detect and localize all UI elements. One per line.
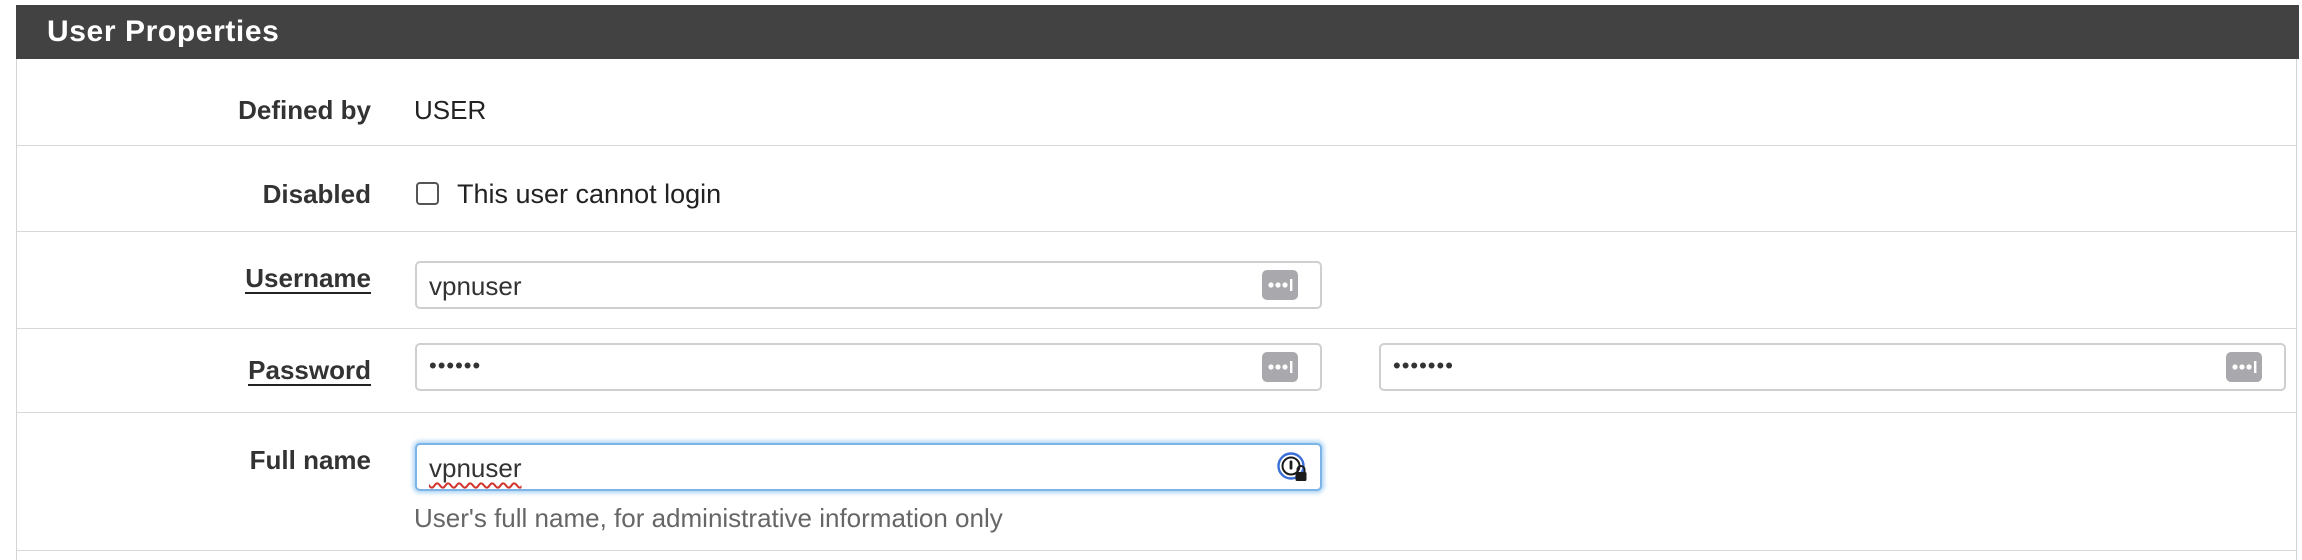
defined-by-label: Defined by bbox=[238, 95, 371, 125]
password-confirm-input[interactable]: ••••••• bbox=[1379, 343, 2286, 391]
keychain-autofill-icon[interactable] bbox=[1262, 270, 1298, 300]
password-row: Password •••••• ••••••• bbox=[17, 329, 2296, 413]
full-name-label: Full name bbox=[249, 445, 371, 475]
password-manager-icon[interactable] bbox=[1276, 451, 1310, 485]
disabled-checkbox-label[interactable]: This user cannot login bbox=[457, 179, 721, 209]
defined-by-row: Defined by USER bbox=[17, 59, 2296, 146]
defined-by-value: USER bbox=[414, 95, 487, 125]
user-properties-panel: User Properties Defined by USER Disabled… bbox=[16, 5, 2299, 560]
password-label: Password bbox=[248, 355, 371, 386]
full-name-row: Full name vpnuser User's full name, for … bbox=[17, 413, 2296, 551]
full-name-input[interactable]: vpnuser bbox=[415, 443, 1322, 491]
username-value: vpnuser bbox=[429, 271, 522, 301]
full-name-value: vpnuser bbox=[429, 453, 522, 483]
disabled-checkbox[interactable] bbox=[416, 182, 439, 205]
keychain-autofill-icon[interactable] bbox=[2226, 352, 2262, 382]
panel-heading: User Properties bbox=[16, 5, 2299, 59]
username-input[interactable]: vpnuser bbox=[415, 261, 1322, 309]
keychain-autofill-icon[interactable] bbox=[1262, 352, 1298, 382]
disabled-row: Disabled This user cannot login bbox=[17, 146, 2296, 232]
username-label: Username bbox=[245, 263, 371, 294]
password-value: •••••• bbox=[429, 353, 482, 378]
panel-title: User Properties bbox=[47, 15, 280, 48]
disabled-label: Disabled bbox=[262, 179, 371, 209]
username-row: Username vpnuser bbox=[17, 232, 2296, 329]
password-input[interactable]: •••••• bbox=[415, 343, 1322, 391]
full-name-help-text: User's full name, for administrative inf… bbox=[414, 503, 1003, 533]
password-confirm-value: ••••••• bbox=[1393, 353, 1454, 378]
